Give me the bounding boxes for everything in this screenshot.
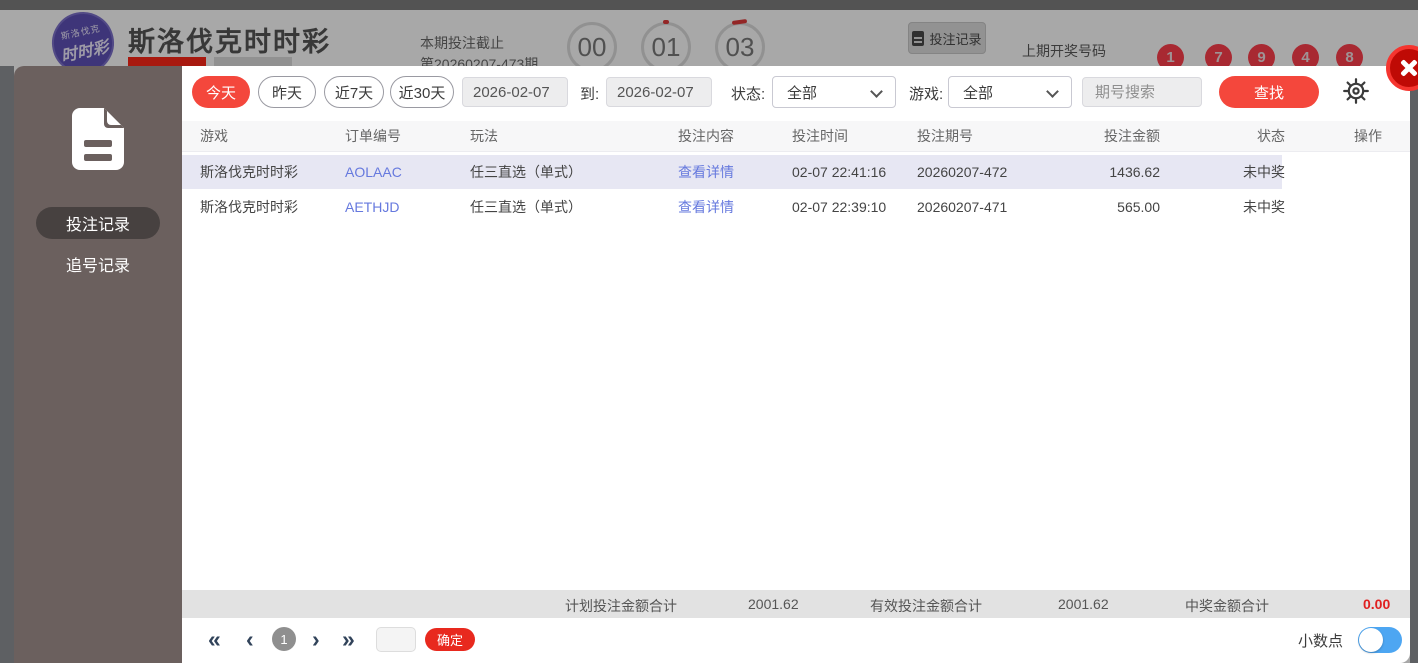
col-header-amount: 投注金额 [1104, 128, 1160, 144]
last-page-button[interactable]: » [342, 625, 355, 653]
chevron-down-icon [870, 85, 883, 98]
col-header-time: 投注时间 [792, 128, 848, 144]
cell-status: 未中奖 [1243, 199, 1285, 215]
sidebar-item-label: 追号记录 [65, 258, 130, 275]
cell-amount: 1436.62 [1109, 164, 1160, 180]
game-select[interactable]: 全部 [948, 76, 1072, 108]
summary-bar: 计划投注金额合计 2001.62 有效投注金额合计 2001.62 中奖金额合计… [182, 590, 1410, 618]
period-search-input[interactable] [1082, 77, 1202, 107]
prev-page-button[interactable]: ‹ [246, 625, 254, 653]
records-sidebar: 投注记录 追号记录 [14, 66, 182, 663]
range-30days-button[interactable]: 近30天 [390, 76, 454, 108]
cell-period: 20260207-471 [917, 199, 1008, 215]
cell-status: 未中奖 [1243, 164, 1285, 180]
date-from-input[interactable] [462, 77, 568, 107]
valid-total-label: 有效投注金额合计 [870, 598, 982, 614]
view-details-link[interactable]: 查看详情 [678, 197, 792, 217]
cell-period: 20260207-472 [917, 164, 1008, 180]
view-details-link[interactable]: 查看详情 [678, 162, 792, 182]
page-jump-confirm-button[interactable]: 确定 [425, 628, 475, 651]
table-row: 斯洛伐克时时彩 AETHJD 任三直选（单式） 查看详情 02-07 22:39… [182, 190, 1410, 224]
col-header-game: 游戏 [200, 128, 228, 144]
col-header-content: 投注内容 [678, 128, 734, 144]
status-select-value: 全部 [787, 84, 818, 102]
col-header-status: 状态 [1257, 128, 1285, 144]
range-yesterday-button[interactable]: 昨天 [258, 76, 316, 108]
page-jump-input[interactable] [376, 627, 416, 652]
col-header-period: 投注期号 [917, 128, 973, 144]
planned-total-value: 2001.62 [748, 596, 799, 612]
cell-play: 任三直选（单式） [470, 164, 582, 180]
document-icon [72, 108, 124, 170]
win-total-label: 中奖金额合计 [1185, 598, 1269, 614]
decimal-toggle[interactable] [1358, 627, 1402, 653]
search-button[interactable]: 查找 [1219, 76, 1319, 108]
cell-time: 02-07 22:39:10 [792, 199, 887, 215]
col-header-play: 玩法 [470, 128, 498, 144]
table-header-row: 游戏 订单编号 玩法 投注内容 投注时间 投注期号 投注金额 状态 操作 [182, 121, 1410, 152]
cell-order-no-link[interactable]: AETHJD [345, 199, 470, 215]
range-today-label: 今天 [205, 84, 236, 102]
valid-total-value: 2001.62 [1058, 596, 1109, 612]
win-total-value: 0.00 [1363, 596, 1391, 612]
toggle-knob [1359, 628, 1383, 652]
cell-time: 02-07 22:41:16 [792, 164, 887, 180]
range-7days-label: 近7天 [334, 84, 374, 102]
sidebar-item-chase-records[interactable]: 追号记录 [36, 248, 160, 280]
sidebar-item-label: 投注记录 [65, 217, 130, 234]
date-to-label: 到: [580, 86, 600, 103]
sidebar-item-bet-records[interactable]: 投注记录 [36, 207, 160, 239]
game-filter-label: 游戏: [909, 86, 944, 103]
decimal-toggle-label: 小数点 [1298, 633, 1344, 650]
search-button-label: 查找 [1253, 84, 1284, 102]
range-today-button[interactable]: 今天 [192, 76, 250, 108]
pagination-bar: « ‹ 1 › » 确定 小数点 [182, 618, 1410, 663]
col-header-order-no: 订单编号 [345, 128, 401, 144]
first-page-button[interactable]: « [208, 625, 221, 653]
status-select[interactable]: 全部 [772, 76, 896, 108]
range-30days-label: 近30天 [398, 84, 446, 102]
chevron-down-icon [1046, 85, 1059, 98]
planned-total-label: 计划投注金额合计 [565, 598, 677, 614]
range-yesterday-label: 昨天 [271, 84, 302, 102]
cell-order-no-link[interactable]: AOLAAC [345, 164, 470, 180]
filter-bar: 今天 昨天 近7天 近30天 到: 状态: 全部 游戏: 全部 查找 [182, 75, 1410, 109]
close-icon [1399, 58, 1418, 78]
game-select-value: 全部 [963, 84, 994, 102]
col-header-actions: 操作 [1354, 128, 1382, 144]
cell-amount: 565.00 [1117, 199, 1160, 215]
cell-play: 任三直选（单式） [470, 199, 582, 215]
range-7days-button[interactable]: 近7天 [324, 76, 384, 108]
cell-game: 斯洛伐克时时彩 [200, 164, 298, 180]
status-filter-label: 状态: [731, 86, 766, 103]
next-page-button[interactable]: › [312, 625, 320, 653]
cell-game: 斯洛伐克时时彩 [200, 199, 298, 215]
settings-gear-icon[interactable] [1342, 77, 1370, 105]
current-page-button[interactable]: 1 [272, 627, 296, 651]
date-to-input[interactable] [606, 77, 712, 107]
table-row: 斯洛伐克时时彩 AOLAAC 任三直选（单式） 查看详情 02-07 22:41… [182, 155, 1410, 189]
bet-records-panel: 今天 昨天 近7天 近30天 到: 状态: 全部 游戏: 全部 查找 [182, 45, 1418, 663]
